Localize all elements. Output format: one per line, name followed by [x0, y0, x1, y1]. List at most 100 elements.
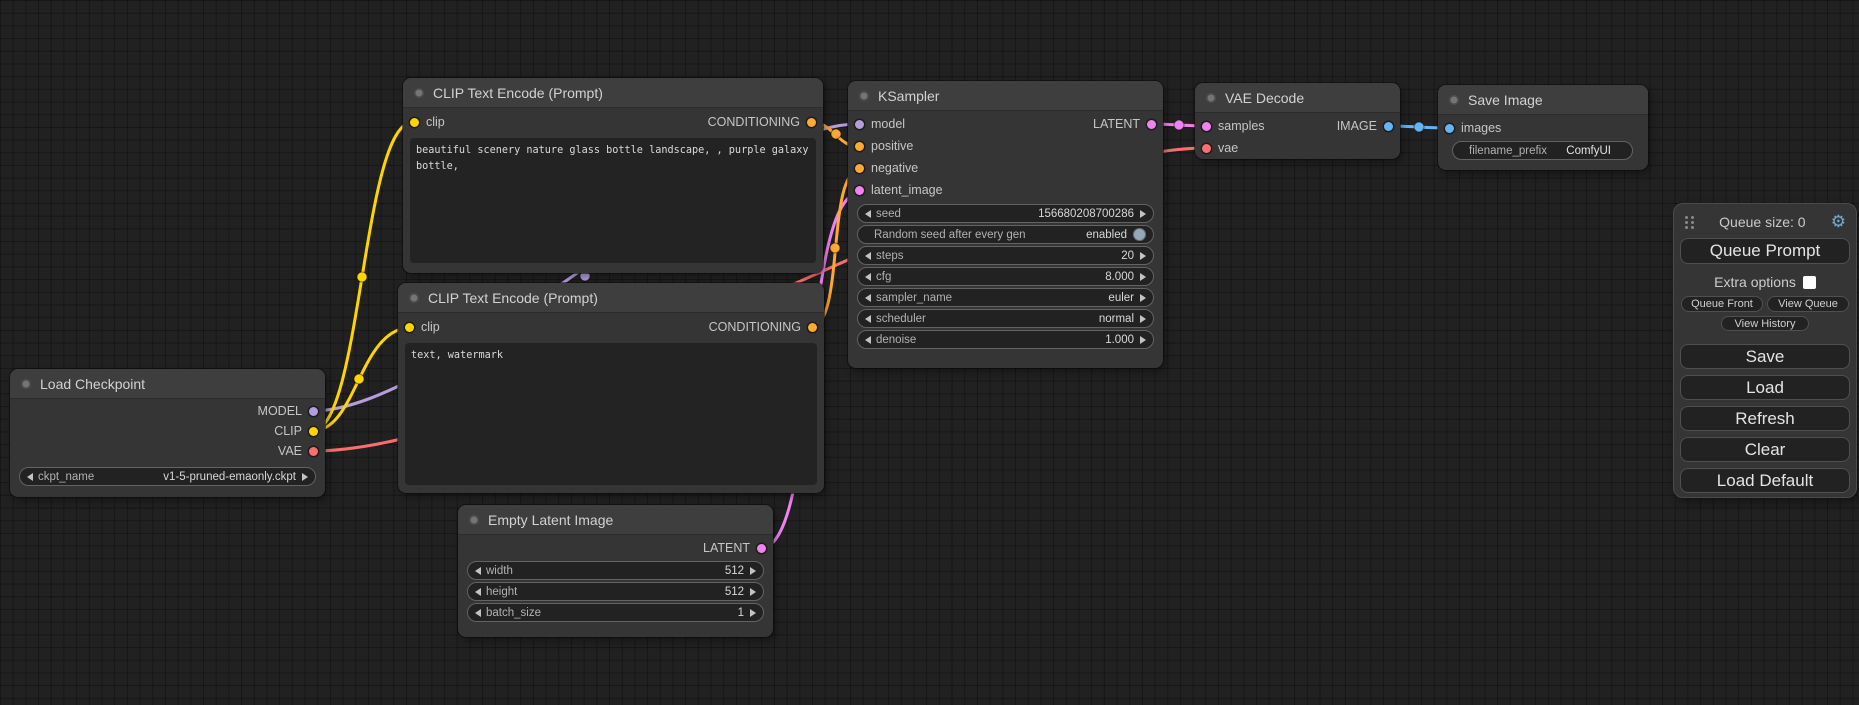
view-history-button[interactable]: View History: [1721, 316, 1809, 331]
node-clip-text-encode-negative[interactable]: CLIP Text Encode (Prompt) clip CONDITION…: [398, 283, 824, 493]
widget-scheduler[interactable]: scheduler normal: [857, 309, 1154, 328]
widget-label: cfg: [876, 271, 891, 283]
decrement-arrow-icon[interactable]: [865, 336, 871, 344]
vae-output-port[interactable]: [309, 447, 318, 456]
prompt-text-area[interactable]: text, watermark: [405, 343, 817, 485]
node-empty-latent-image[interactable]: Empty Latent Image LATENT width 512 heig…: [458, 505, 773, 637]
output-label-conditioning: CONDITIONING: [708, 115, 800, 129]
clip-output-port[interactable]: [309, 427, 318, 436]
node-title-bar[interactable]: Save Image: [1438, 85, 1648, 115]
conditioning-output-port[interactable]: [808, 323, 817, 332]
queue-prompt-button[interactable]: Queue Prompt: [1680, 238, 1850, 264]
widget-random-seed-toggle[interactable]: Random seed after every gen enabled: [857, 225, 1154, 244]
decrement-arrow-icon[interactable]: [475, 609, 481, 617]
toggle-indicator[interactable]: [1133, 228, 1146, 241]
widget-batch-size[interactable]: batch_size 1: [467, 603, 764, 622]
node-ksampler[interactable]: KSampler model LATENT positive negative …: [848, 81, 1163, 368]
collapse-dot[interactable]: [21, 379, 31, 389]
collapse-dot[interactable]: [414, 88, 424, 98]
widget-ckpt-name[interactable]: ckpt_name v1-5-pruned-emaonly.ckpt: [19, 467, 316, 486]
input-label-positive: positive: [871, 139, 913, 153]
widget-value: 1: [738, 607, 744, 619]
decrement-arrow-icon[interactable]: [865, 252, 871, 260]
node-title-bar[interactable]: VAE Decode: [1195, 83, 1400, 113]
collapse-dot[interactable]: [1206, 93, 1216, 103]
increment-arrow-icon[interactable]: [1140, 315, 1146, 323]
decrement-arrow-icon[interactable]: [475, 567, 481, 575]
decrement-arrow-icon[interactable]: [865, 273, 871, 281]
collapse-dot[interactable]: [1449, 95, 1459, 105]
widget-height[interactable]: height 512: [467, 582, 764, 601]
node-title-bar[interactable]: Load Checkpoint: [10, 369, 325, 399]
link-dot: [830, 243, 840, 253]
increment-arrow-icon[interactable]: [750, 588, 756, 596]
increment-arrow-icon[interactable]: [1140, 252, 1146, 260]
increment-arrow-icon[interactable]: [1140, 273, 1146, 281]
widget-value: ComfyUI: [1566, 145, 1611, 157]
node-graph-canvas[interactable]: Load Checkpoint MODEL CLIP VAE ckpt_name…: [0, 0, 1859, 705]
widget-steps[interactable]: steps 20: [857, 246, 1154, 265]
node-title: Load Checkpoint: [40, 376, 145, 392]
conditioning-output-port[interactable]: [807, 118, 816, 127]
clip-input-port[interactable]: [405, 323, 414, 332]
node-title-bar[interactable]: CLIP Text Encode (Prompt): [398, 283, 824, 313]
samples-input-port[interactable]: [1202, 122, 1211, 131]
increment-arrow-icon[interactable]: [750, 609, 756, 617]
widget-seed[interactable]: seed 156680208700286: [857, 204, 1154, 223]
input-label-model: model: [871, 117, 905, 131]
increment-arrow-icon[interactable]: [750, 567, 756, 575]
output-label-latent: LATENT: [1093, 117, 1140, 131]
model-input-port[interactable]: [855, 120, 864, 129]
clear-button[interactable]: Clear: [1680, 437, 1850, 462]
input-label-clip: clip: [426, 115, 445, 129]
load-default-button[interactable]: Load Default: [1680, 468, 1850, 493]
latent-output-port[interactable]: [1147, 120, 1156, 129]
queue-front-button[interactable]: Queue Front: [1681, 296, 1763, 312]
decrement-arrow-icon[interactable]: [475, 588, 481, 596]
negative-input-port[interactable]: [855, 164, 864, 173]
queue-panel[interactable]: Queue size: 0 Queue Prompt Extra options…: [1673, 203, 1857, 498]
decrement-arrow-icon[interactable]: [865, 210, 871, 218]
widget-denoise[interactable]: denoise 1.000: [857, 330, 1154, 349]
image-output-port[interactable]: [1384, 122, 1393, 131]
prompt-text-area[interactable]: beautiful scenery nature glass bottle la…: [410, 138, 816, 263]
collapse-dot[interactable]: [409, 293, 419, 303]
images-input-port[interactable]: [1445, 124, 1454, 133]
save-button[interactable]: Save: [1680, 344, 1850, 369]
decrement-arrow-icon[interactable]: [865, 315, 871, 323]
clip-input-port[interactable]: [410, 118, 419, 127]
node-title-bar[interactable]: KSampler: [848, 81, 1163, 111]
collapse-dot[interactable]: [469, 515, 479, 525]
increment-arrow-icon[interactable]: [1140, 294, 1146, 302]
node-vae-decode[interactable]: VAE Decode samples IMAGE vae: [1195, 83, 1400, 159]
widget-label: denoise: [876, 334, 916, 346]
node-title-bar[interactable]: CLIP Text Encode (Prompt): [403, 78, 823, 108]
gear-icon[interactable]: [1831, 213, 1846, 230]
widget-cfg[interactable]: cfg 8.000: [857, 267, 1154, 286]
widget-filename-prefix[interactable]: filename_prefix ComfyUI: [1452, 141, 1633, 160]
increment-arrow-icon[interactable]: [1140, 336, 1146, 344]
decrement-arrow-icon[interactable]: [27, 473, 33, 481]
positive-input-port[interactable]: [855, 142, 864, 151]
increment-arrow-icon[interactable]: [302, 473, 308, 481]
input-label-latent-image: latent_image: [871, 183, 943, 197]
collapse-dot[interactable]: [859, 91, 869, 101]
input-label-images: images: [1461, 121, 1501, 135]
widget-sampler-name[interactable]: sampler_name euler: [857, 288, 1154, 307]
view-queue-button[interactable]: View Queue: [1767, 296, 1849, 312]
latent-image-input-port[interactable]: [855, 186, 864, 195]
node-save-image[interactable]: Save Image images filename_prefix ComfyU…: [1438, 85, 1648, 170]
node-title-bar[interactable]: Empty Latent Image: [458, 505, 773, 535]
extra-options-checkbox[interactable]: [1803, 276, 1816, 289]
vae-input-port[interactable]: [1202, 144, 1211, 153]
widget-width[interactable]: width 512: [467, 561, 764, 580]
drag-handle-icon[interactable]: [1684, 215, 1694, 229]
refresh-button[interactable]: Refresh: [1680, 406, 1850, 431]
increment-arrow-icon[interactable]: [1140, 210, 1146, 218]
node-clip-text-encode-positive[interactable]: CLIP Text Encode (Prompt) clip CONDITION…: [403, 78, 823, 273]
load-button[interactable]: Load: [1680, 375, 1850, 400]
model-output-port[interactable]: [309, 407, 318, 416]
decrement-arrow-icon[interactable]: [865, 294, 871, 302]
latent-output-port[interactable]: [757, 544, 766, 553]
node-load-checkpoint[interactable]: Load Checkpoint MODEL CLIP VAE ckpt_name…: [10, 369, 325, 497]
